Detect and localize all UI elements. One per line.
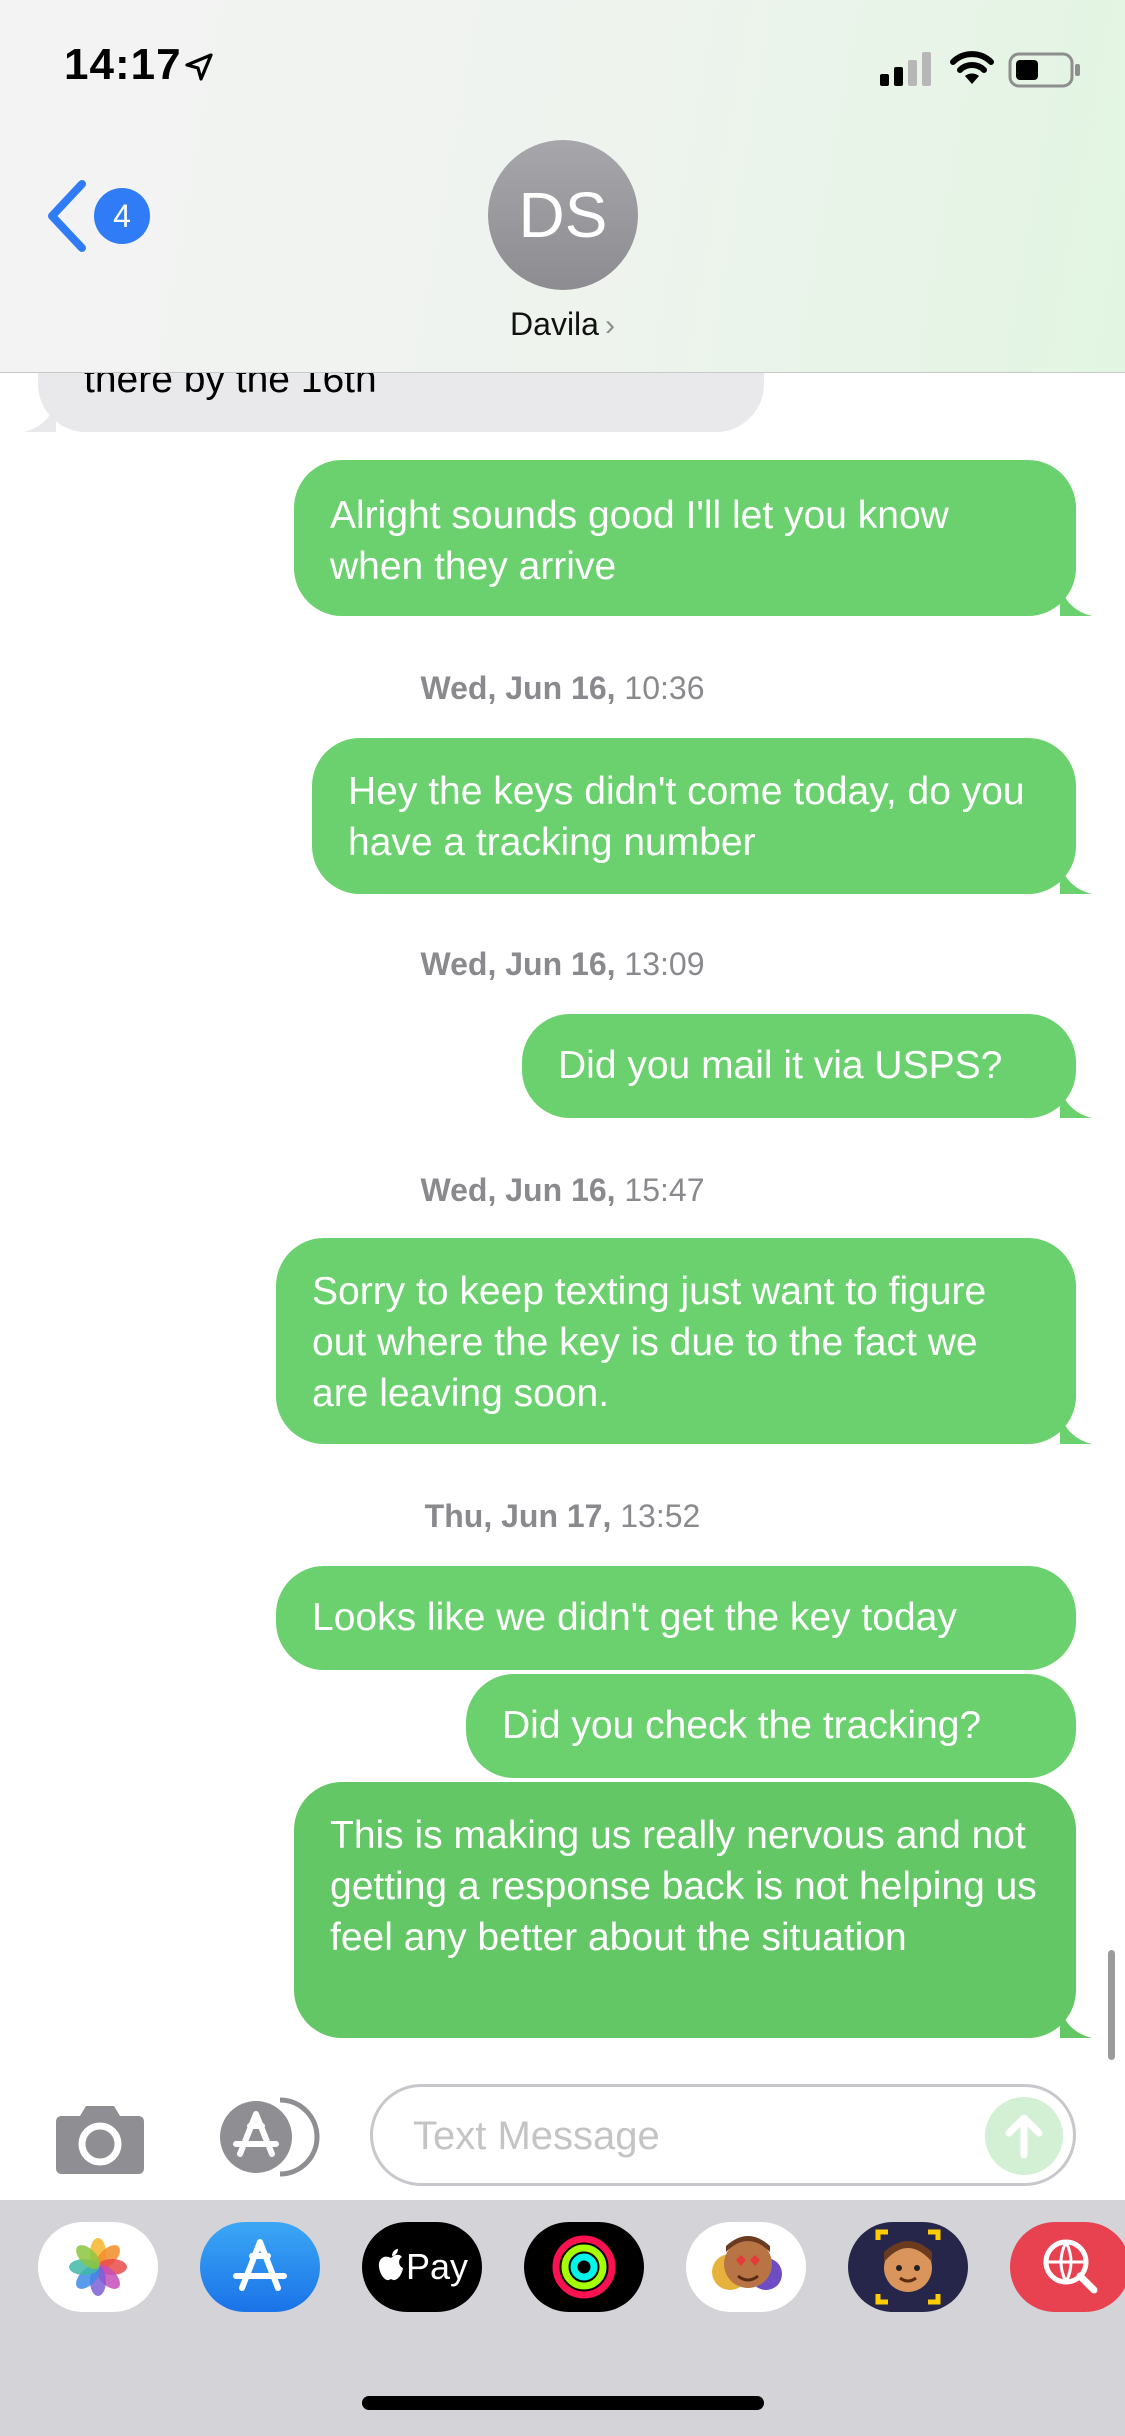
contact-name-label: Davila (510, 306, 599, 342)
apple-pay-app-button[interactable]: Pay (362, 2222, 482, 2312)
message-timestamp: Wed, Jun 16, 10:36 (0, 670, 1125, 707)
contact-avatar[interactable]: DS (488, 140, 638, 290)
message-timestamp: Thu, Jun 17, 13:52 (0, 1498, 1125, 1535)
timestamp-time: 13:09 (624, 946, 705, 982)
timestamp-time: 13:52 (620, 1498, 701, 1534)
conversation-header: 14:17 4 DS Davila › (0, 0, 1125, 373)
status-time: 14:17 (64, 40, 182, 89)
sent-message-bubble[interactable]: This is making us really nervous and not… (294, 1782, 1076, 2038)
battery-icon (1008, 52, 1080, 88)
cellular-signal-icon (880, 52, 931, 86)
apple-pay-label: Pay (406, 2246, 469, 2287)
activity-icon (552, 2235, 616, 2299)
message-text: This is making us really nervous and not… (330, 1814, 1037, 1959)
message-text: Did you mail it via USPS? (558, 1044, 1003, 1087)
memoji-icon (875, 2229, 941, 2305)
sent-message-bubble[interactable]: Alright sounds good I'll let you know wh… (294, 460, 1076, 616)
apple-pay-icon (378, 2249, 403, 2281)
chevron-right-icon: › (604, 309, 615, 342)
message-text-field[interactable] (370, 2084, 1076, 2186)
sent-message-bubble[interactable]: Sorry to keep texting just want to figur… (276, 1238, 1076, 1444)
location-arrow-icon (185, 53, 213, 81)
message-text: Looks like we didn't get the key today (312, 1596, 957, 1639)
message-timestamp: Wed, Jun 16, 15:47 (0, 1172, 1125, 1209)
timestamp-time: 15:47 (624, 1172, 705, 1208)
photos-icon (69, 2238, 127, 2296)
sent-message-bubble[interactable]: Hey the keys didn't come today, do you h… (312, 738, 1076, 894)
web-search-app-button[interactable] (1010, 2222, 1125, 2312)
camera-icon[interactable] (52, 2104, 148, 2176)
wifi-icon (950, 51, 994, 84)
scrollbar[interactable] (1108, 1950, 1115, 2060)
app-store-app-button[interactable] (200, 2222, 320, 2312)
message-text: Alright sounds good I'll let you know wh… (330, 494, 949, 588)
app-store-button-icon[interactable] (210, 2096, 320, 2178)
message-text: Sorry to keep texting just want to figur… (312, 1270, 987, 1415)
message-input[interactable] (411, 2107, 975, 2165)
sent-message-bubble[interactable]: Looks like we didn't get the key today (276, 1566, 1076, 1670)
home-indicator[interactable] (362, 2396, 764, 2410)
chevron-left-icon (48, 180, 86, 252)
timestamp-time: 10:36 (624, 670, 705, 706)
timestamp-day: Wed, Jun 16, (420, 1172, 616, 1208)
memoji-app-button[interactable] (848, 2222, 968, 2312)
arrow-up-icon (1005, 2114, 1043, 2159)
sent-message-bubble[interactable]: Did you check the tracking? (466, 1674, 1076, 1778)
message-text: Did you check the tracking? (502, 1704, 982, 1747)
timestamp-day: Thu, Jun 17, (424, 1498, 612, 1534)
timestamp-day: Wed, Jun 16, (420, 946, 616, 982)
sent-message-bubble[interactable]: Did you mail it via USPS? (522, 1014, 1076, 1118)
activity-app-button[interactable] (524, 2222, 644, 2312)
timestamp-day: Wed, Jun 16, (420, 670, 616, 706)
animoji-app-button[interactable] (686, 2222, 806, 2312)
unread-count-badge[interactable]: 4 (94, 188, 150, 244)
message-text: Hey the keys didn't come today, do you h… (348, 770, 1025, 864)
web-search-icon (1043, 2239, 1098, 2294)
contact-name[interactable]: Davila › (0, 306, 1125, 343)
app-store-icon (233, 2239, 287, 2291)
photos-app-button[interactable] (38, 2222, 158, 2312)
send-button[interactable] (985, 2097, 1063, 2175)
message-timestamp: Wed, Jun 16, 13:09 (0, 946, 1125, 983)
animoji-icon (712, 2236, 782, 2290)
